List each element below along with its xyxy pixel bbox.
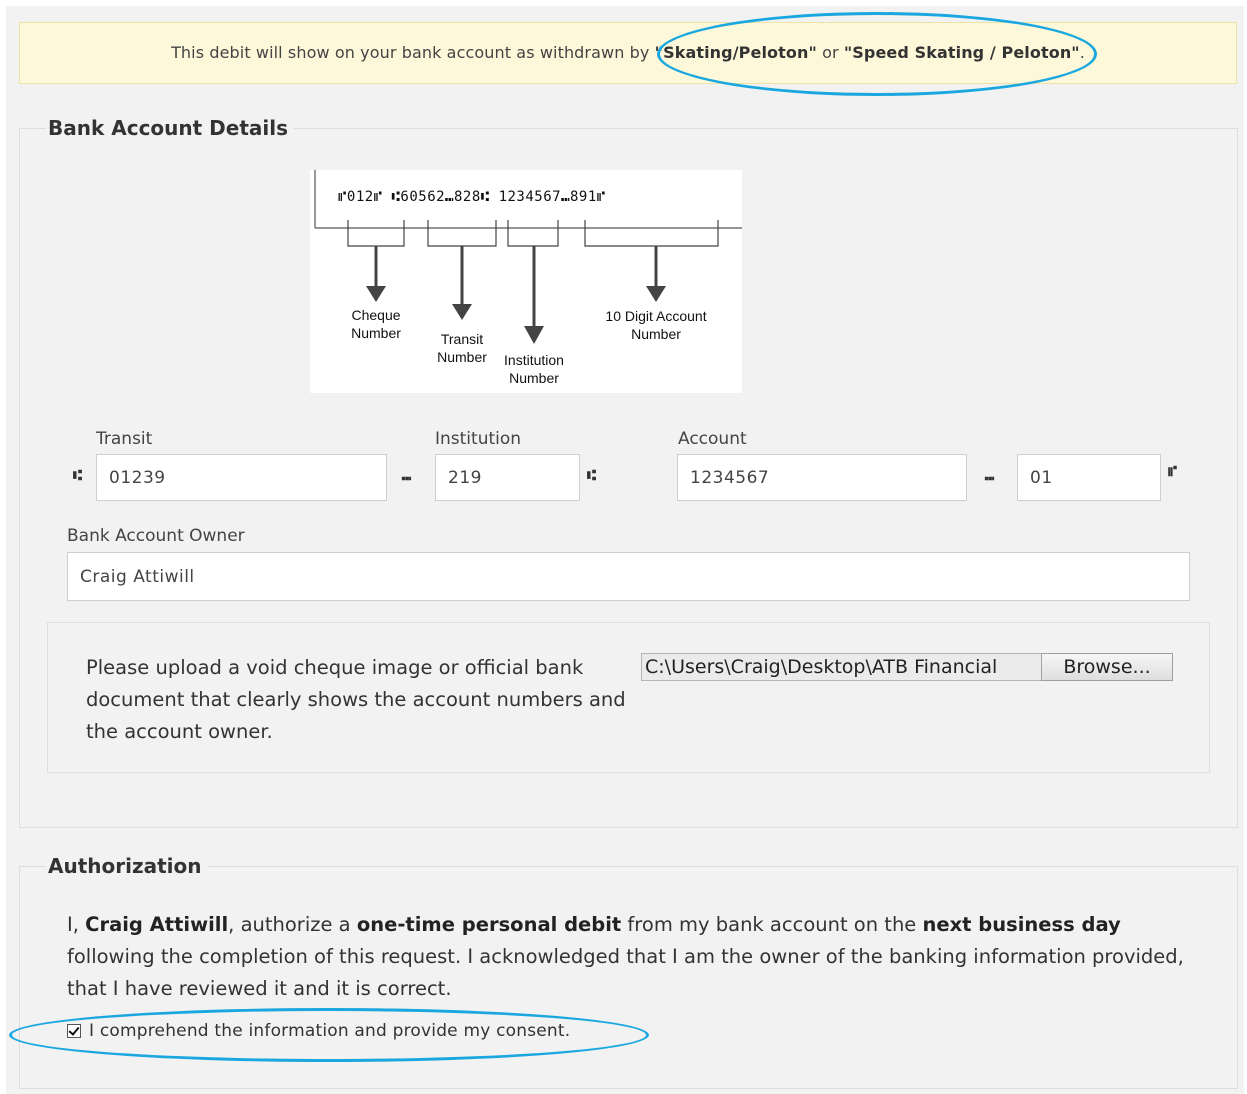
transit-number-label-2: Number: [437, 349, 487, 365]
cheque-number-label-2: Number: [351, 325, 401, 341]
auth-debit-type: one-time personal debit: [356, 913, 622, 936]
auth-text-part-4: following the completion of this request…: [67, 945, 1184, 1000]
withdrawal-notice: This debit will show on your bank accoun…: [19, 22, 1237, 84]
auth-owner-name: Craig Attiwill: [85, 913, 229, 936]
cheque-diagram-svg: ⑈012⑈ ⑆60562⑉828⑆ 1234567⑉891⑈ Cheque Nu…: [314, 170, 742, 386]
arrow-down-icon: [524, 326, 544, 344]
institution-number-label-1: Institution: [504, 352, 564, 368]
upload-instructions: Please upload a void cheque image or off…: [86, 656, 626, 743]
arrow-down-icon: [646, 286, 666, 302]
owner-label: Bank Account Owner: [67, 526, 245, 546]
institution-label: Institution: [435, 429, 522, 449]
consent-checkbox[interactable]: [67, 1024, 81, 1038]
auth-timing: next business day: [922, 913, 1121, 936]
arrow-down-icon: [366, 286, 386, 302]
micr-transit-symbol: ⑆: [73, 466, 83, 484]
account-input[interactable]: [677, 454, 967, 501]
authorization-legend: Authorization: [46, 854, 208, 878]
notice-suffix: .: [1079, 43, 1085, 62]
micr-dash-symbol: ⑉: [985, 466, 995, 484]
cheque-number-label-1: Cheque: [351, 307, 400, 323]
auth-text-part-3: from my bank account on the: [621, 913, 923, 936]
upload-panel: Please upload a void cheque image or off…: [47, 622, 1210, 773]
transit-label: Transit: [96, 429, 153, 449]
auth-text-part-1: I,: [67, 913, 86, 936]
micr-dash-symbol: ⑉: [402, 466, 412, 484]
authorization-text: I, Craig Attiwill, authorize a one-time …: [67, 909, 1197, 1005]
notice-middle: or: [816, 43, 844, 62]
browse-button[interactable]: Browse...: [1041, 653, 1173, 681]
arrow-down-icon: [452, 304, 472, 320]
consent-label[interactable]: I comprehend the information and provide…: [89, 1021, 570, 1041]
account-number-label-2: Number: [631, 326, 681, 342]
institution-input[interactable]: [435, 454, 580, 501]
file-path-field[interactable]: C:\Users\Craig\Desktop\ATB Financial: [641, 653, 1043, 681]
consent-row[interactable]: I comprehend the information and provide…: [67, 1019, 570, 1043]
auth-text-part-2: , authorize a: [228, 913, 357, 936]
micr-on-us-symbol: ⑈: [1168, 462, 1178, 480]
cheque-diagram: ⑈012⑈ ⑆60562⑉828⑆ 1234567⑉891⑈ Cheque Nu…: [310, 170, 742, 393]
bank-details-legend: Bank Account Details: [46, 116, 295, 140]
notice-name-1: "Skating/Peloton": [654, 43, 817, 62]
account-label: Account: [678, 429, 747, 449]
account-number-label-1: 10 Digit Account: [605, 308, 706, 324]
institution-number-label-2: Number: [509, 370, 559, 386]
account-suffix-input[interactable]: [1017, 454, 1161, 501]
cheque-micr-line: ⑈012⑈ ⑆60562⑉828⑆ 1234567⑉891⑈: [338, 189, 606, 205]
notice-name-2: "Speed Skating / Peloton": [843, 43, 1080, 62]
transit-input[interactable]: [96, 454, 387, 501]
owner-input[interactable]: [67, 552, 1190, 601]
micr-transit-symbol: ⑆: [587, 466, 597, 484]
transit-number-label-1: Transit: [441, 331, 483, 347]
notice-prefix: This debit will show on your bank accoun…: [171, 43, 655, 62]
